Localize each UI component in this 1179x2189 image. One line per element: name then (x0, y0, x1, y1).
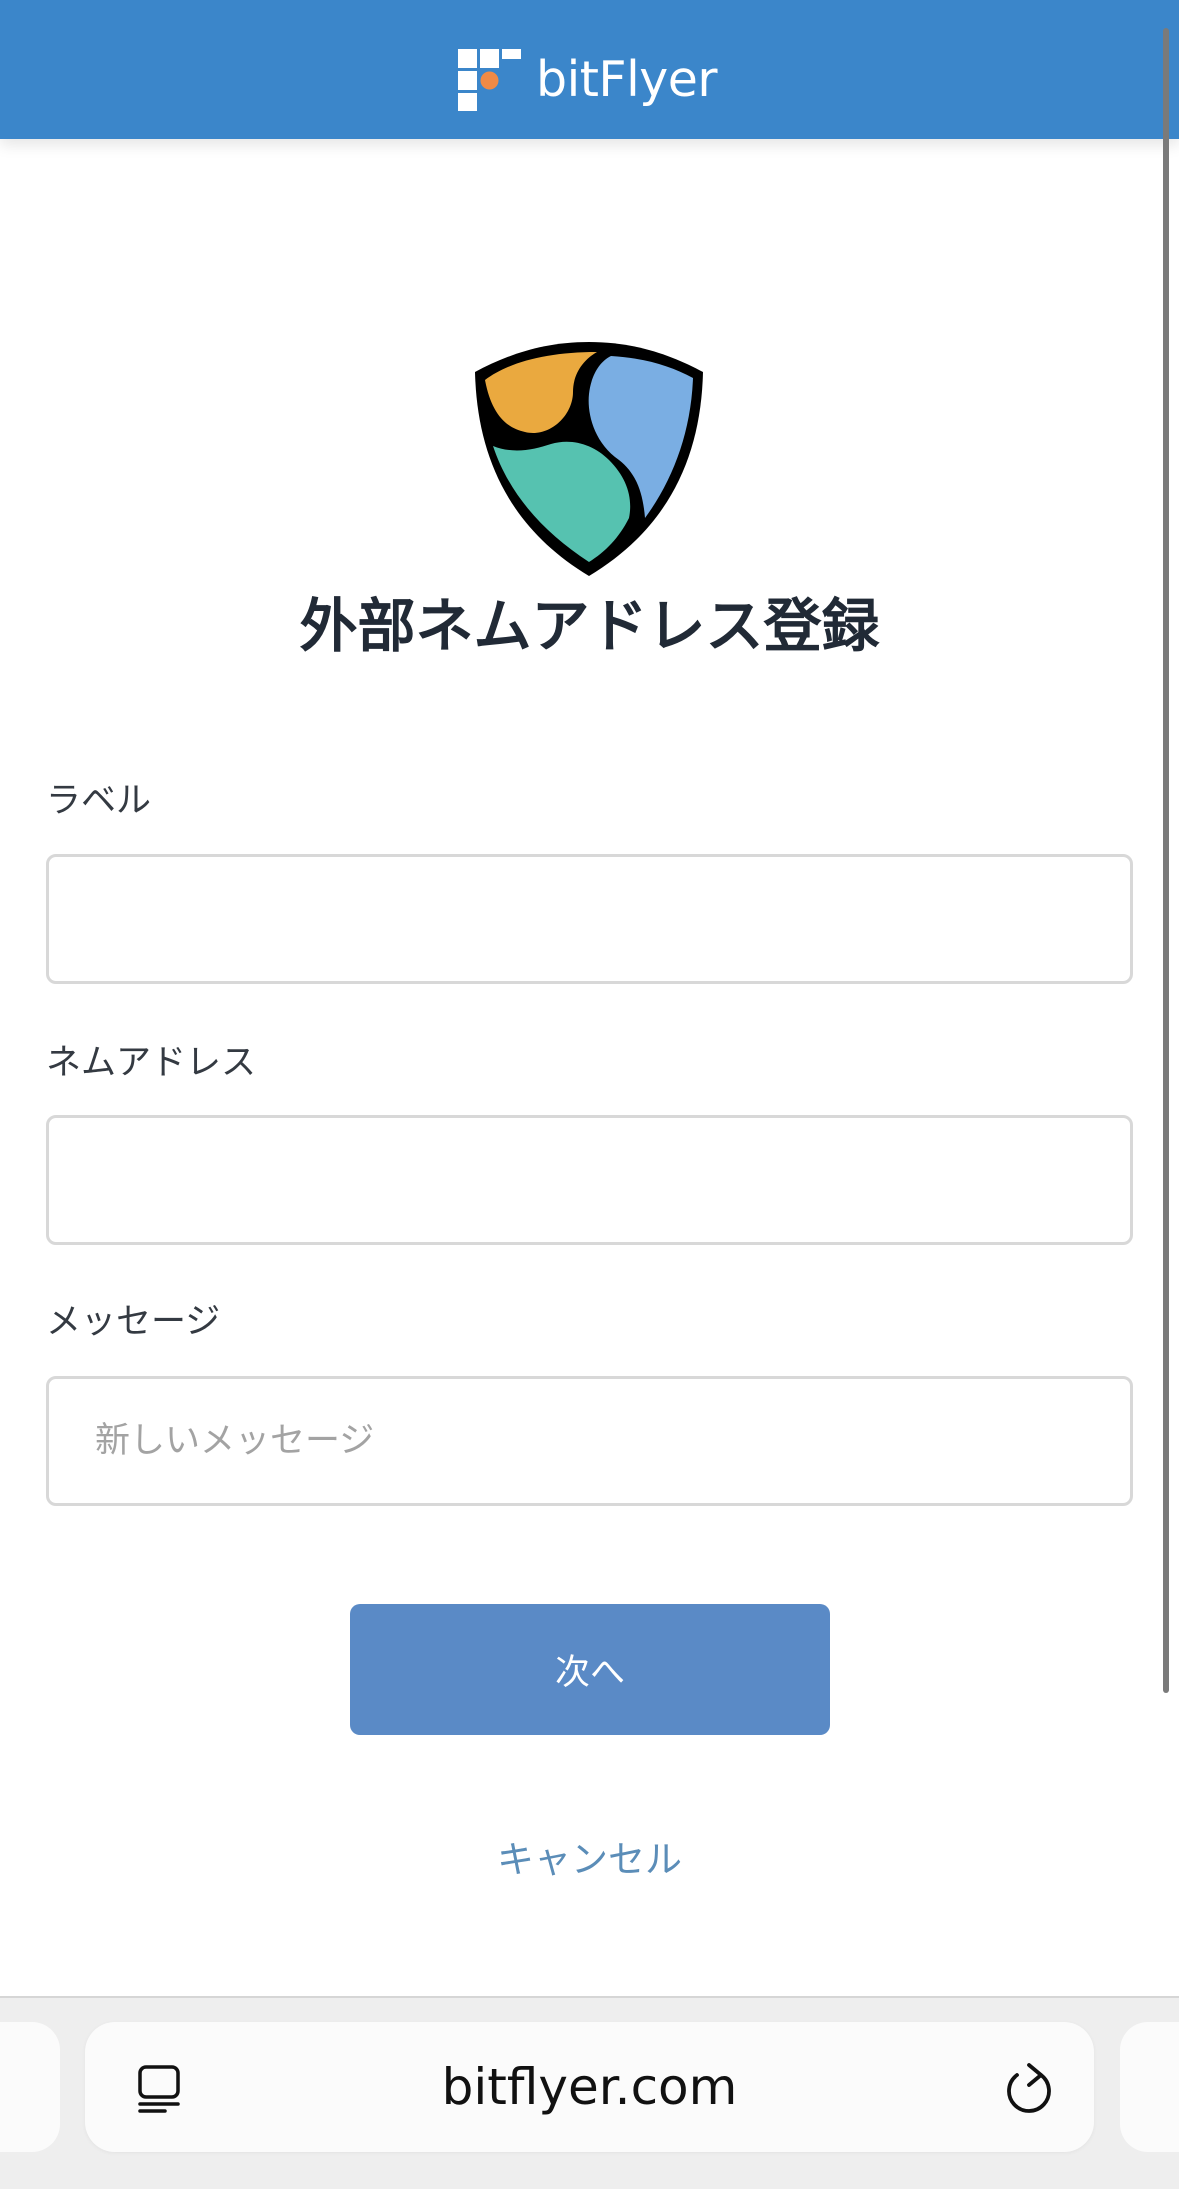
nem-address-input[interactable] (46, 1115, 1133, 1245)
message-input[interactable] (46, 1376, 1133, 1506)
page-menu-icon[interactable] (135, 2064, 185, 2114)
scrollbar[interactable] (1163, 28, 1169, 1693)
nem-address-label: ネムアドレス (46, 1043, 257, 1083)
reload-icon[interactable] (1003, 2061, 1055, 2115)
page-title: 外部ネムアドレス登録 (299, 592, 880, 660)
bitflyer-logo-icon (458, 49, 521, 111)
brand-logo[interactable]: bitFlyer (458, 49, 718, 111)
browser-bottom-bar: bitflyer.com (0, 1996, 1179, 2189)
app-header: bitFlyer (0, 0, 1179, 139)
label-input[interactable] (46, 854, 1133, 984)
nem-logo-icon (475, 342, 703, 576)
next-button[interactable]: 次へ (350, 1604, 830, 1735)
next-tab-preview[interactable] (1120, 2022, 1179, 2152)
previous-tab-preview[interactable] (0, 2022, 60, 2152)
cancel-link[interactable]: キャンセル (0, 1834, 1179, 1886)
brand-name: bitFlyer (536, 51, 718, 108)
address-bar[interactable]: bitflyer.com (85, 2022, 1094, 2152)
label-field-label: ラベル (46, 781, 152, 821)
url-text[interactable]: bitflyer.com (85, 2022, 1094, 2152)
message-label: メッセージ (46, 1302, 221, 1342)
